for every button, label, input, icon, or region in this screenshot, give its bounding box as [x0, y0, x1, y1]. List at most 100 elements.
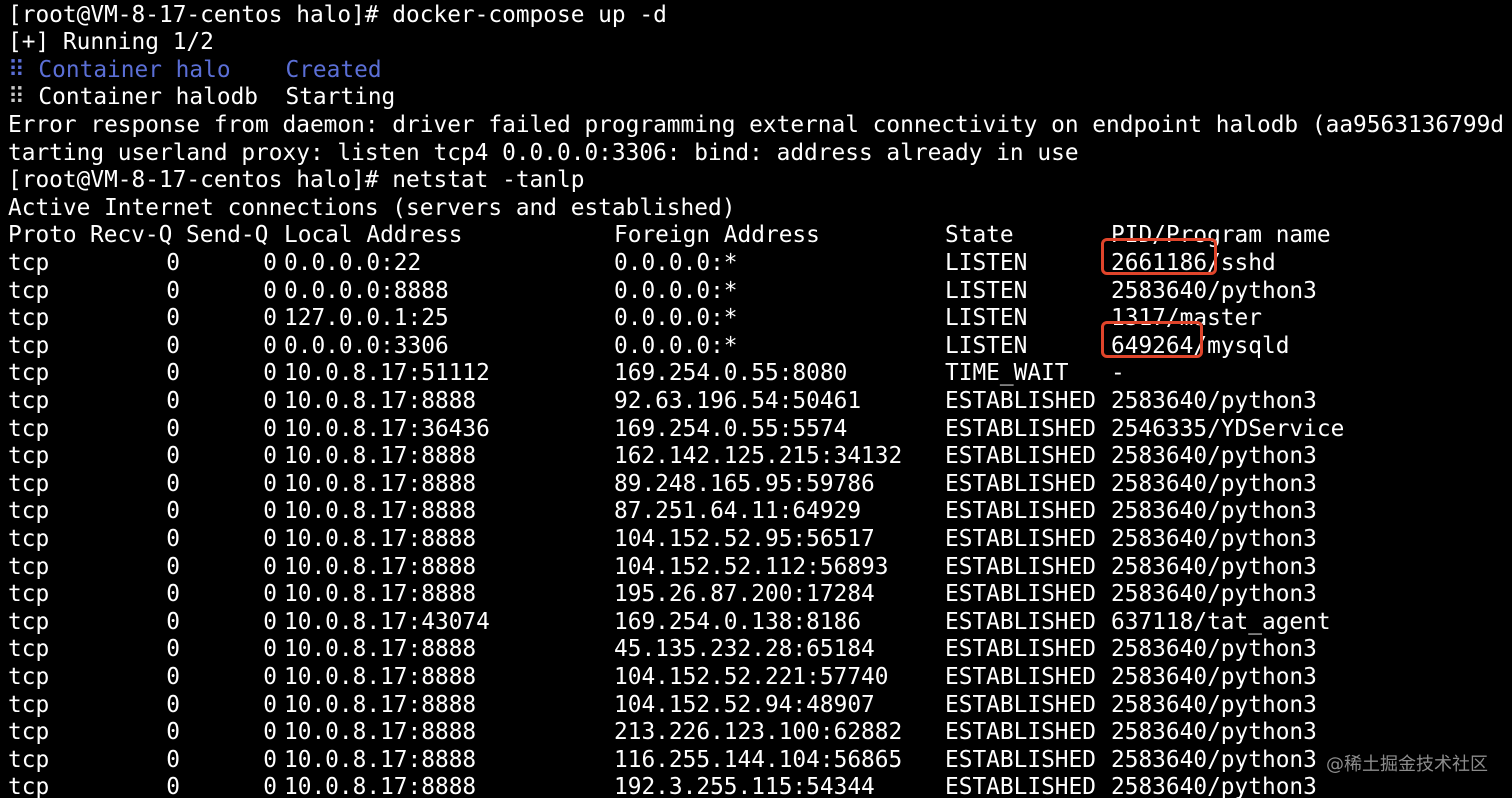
state-cell: ESTABLISHED [945, 663, 1096, 690]
table-row: tcp 0 0 10.0.8.17:8888 104.152.52.95:56517 ES… [8, 526, 1498, 554]
table-row: tcp 0 0 10.0.8.17:8888 87.251.64.11:64929 EST… [8, 498, 1498, 526]
command-prompt-line: [root@VM-8-17-centos halo]# docker-compo… [8, 1, 667, 28]
pid-value: 2583640 [1111, 553, 1208, 580]
program-name: /python3 [1207, 387, 1317, 414]
pid-value: 2583640 [1111, 498, 1208, 525]
table-row: tcp 0 0 127.0.0.1:25 0.0.0.0:* LISTEN 1317/mas… [8, 305, 1498, 333]
state-cell: LISTEN [945, 277, 1028, 304]
pid-program-cell: 2583640/python3 [1111, 278, 1317, 306]
state-cell: ESTABLISHED [945, 470, 1096, 497]
terminal-window[interactable]: [root@VM-8-17-centos halo]# docker-compo… [0, 0, 1512, 798]
state-cell: ESTABLISHED [945, 691, 1096, 718]
pid-value: 2546335 [1111, 415, 1208, 442]
foreign-address-cell: 169.254.0.138:8186 [614, 608, 862, 635]
pid-value: 2583640 [1111, 636, 1208, 663]
foreign-address-cell: 104.152.52.94:48907 [614, 691, 875, 718]
state-cell: ESTABLISHED [945, 774, 1096, 798]
error-message-line: Error response from daemon: driver faile… [8, 111, 1505, 138]
local-address-cell: 10.0.8.17:8888 [284, 636, 477, 663]
local-address-cell: 10.0.8.17:8888 [284, 553, 477, 580]
pid-program-cell: 2583640/python3 [1111, 692, 1317, 720]
table-row: tcp 0 0 10.0.8.17:8888 104.152.52.94:48907 ES… [8, 692, 1498, 720]
state-cell: ESTABLISHED [945, 581, 1096, 608]
column-header: Recv-Q [90, 222, 173, 249]
recvq-cell: 0 [166, 525, 180, 552]
column-header: State [945, 222, 1014, 249]
local-address-cell: 10.0.8.17:8888 [284, 498, 477, 525]
sendq-cell: 0 [263, 691, 277, 718]
running-status-line: [+] Running 1/2 [8, 29, 214, 56]
pid-program-cell: 2583640/python3 [1111, 581, 1317, 609]
local-address-cell: 10.0.8.17:43074 [284, 608, 490, 635]
state-cell: ESTABLISHED [945, 719, 1096, 746]
sendq-cell: 0 [263, 608, 277, 635]
sendq-cell: 0 [263, 305, 277, 332]
foreign-address-cell: 195.26.87.200:17284 [614, 581, 875, 608]
watermark-text: @稀土掘金技术社区 [1326, 754, 1488, 775]
state-cell: ESTABLISHED [945, 415, 1096, 442]
local-address-cell: 10.0.8.17:8888 [284, 691, 477, 718]
highlight-annotation-box [1101, 320, 1204, 359]
state-cell: LISTEN [945, 332, 1028, 359]
program-name: /python3 [1207, 719, 1317, 746]
table-row: tcp 0 0 10.0.8.17:8888 192.3.255.115:54344 ES… [8, 774, 1498, 798]
sendq-cell: 0 [263, 746, 277, 773]
foreign-address-cell: 87.251.64.11:64929 [614, 498, 862, 525]
pid-program-cell: 2583640/python3 [1111, 471, 1317, 499]
proto-cell: tcp [8, 636, 50, 663]
container-status-line: ⠿ Container halo Created [8, 57, 382, 85]
table-row: tcp 0 0 0.0.0.0:22 0.0.0.0:* LISTEN 2661186/ss… [8, 237, 1498, 278]
proto-cell: tcp [8, 305, 50, 332]
recvq-cell: 0 [166, 470, 180, 497]
pid-value: 2583640 [1111, 525, 1208, 552]
program-name: /YDService [1207, 415, 1345, 442]
pid-program-cell: 2583640/python3 [1111, 526, 1317, 554]
local-address-cell: 10.0.8.17:8888 [284, 581, 477, 608]
local-address-cell: 10.0.8.17:8888 [284, 470, 477, 497]
column-header: Foreign Address [614, 222, 820, 249]
sendq-cell: 0 [263, 332, 277, 359]
spinner-icon: ⠿ [8, 56, 25, 83]
foreign-address-cell: 169.254.0.55:5574 [614, 415, 848, 442]
sendq-cell: 0 [263, 774, 277, 798]
pid-program-cell: 2583640/python3 [1111, 443, 1317, 471]
pid-program-cell: 2546335/YDService [1111, 416, 1344, 444]
local-address-cell: 10.0.8.17:8888 [284, 387, 477, 414]
foreign-address-cell: 104.152.52.221:57740 [614, 663, 889, 690]
proto-cell: tcp [8, 719, 50, 746]
foreign-address-cell: 0.0.0.0:* [614, 277, 738, 304]
sendq-cell: 0 [263, 277, 277, 304]
netstat-title-line: Active Internet connections (servers and… [8, 194, 736, 221]
highlight-annotation-box [1101, 237, 1218, 276]
container-status: Created [285, 56, 382, 83]
proto-cell: tcp [8, 663, 50, 690]
state-cell: ESTABLISHED [945, 553, 1096, 580]
pid-program-cell: 2583640/python3 [1111, 498, 1317, 526]
pid-value: 2583640 [1111, 774, 1208, 798]
local-address-cell: 10.0.8.17:8888 [284, 746, 477, 773]
program-name: /python3 [1207, 470, 1317, 497]
pid-program-cell: 2583640/python3 [1111, 719, 1317, 747]
sendq-cell: 0 [263, 249, 277, 276]
error-message-line: tarting userland proxy: listen tcp4 0.0.… [8, 139, 1079, 166]
sendq-cell: 0 [263, 581, 277, 608]
pid-value: 2583640 [1111, 443, 1208, 470]
local-address-cell: 0.0.0.0:3306 [284, 332, 449, 359]
pid-value: 2583640 [1111, 746, 1208, 773]
sendq-cell: 0 [263, 498, 277, 525]
command-prompt-line: [root@VM-8-17-centos halo]# netstat -tan… [8, 167, 585, 194]
proto-cell: tcp [8, 249, 50, 276]
program-name: /python3 [1207, 636, 1317, 663]
program-name: /sshd [1207, 249, 1276, 276]
local-address-cell: 0.0.0.0:8888 [284, 277, 449, 304]
local-address-cell: 0.0.0.0:22 [284, 249, 422, 276]
state-cell: TIME_WAIT [945, 360, 1069, 387]
program-name: /python3 [1207, 498, 1317, 525]
proto-cell: tcp [8, 553, 50, 580]
table-row: tcp 0 0 10.0.8.17:51112 169.254.0.55:8080 TIM… [8, 360, 1498, 388]
state-cell: LISTEN [945, 249, 1028, 276]
state-cell: ESTABLISHED [945, 636, 1096, 663]
program-name: /python3 [1207, 663, 1317, 690]
recvq-cell: 0 [166, 719, 180, 746]
table-row: tcp 0 0 10.0.8.17:8888 213.226.123.100:62882… [8, 719, 1498, 747]
